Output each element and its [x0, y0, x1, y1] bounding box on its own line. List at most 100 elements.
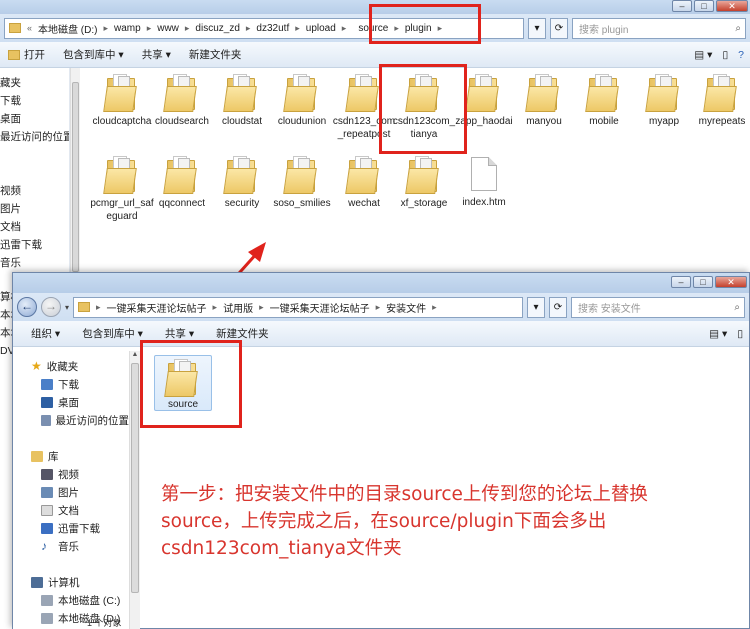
nav-item[interactable]: 桌面 — [0, 110, 69, 128]
nav-item[interactable]: 下载 — [0, 92, 69, 110]
share-button[interactable]: 共享 ▾ — [142, 47, 171, 62]
minimize-button[interactable]: – — [671, 276, 691, 288]
folder-item[interactable]: mobile — [572, 68, 636, 128]
folder-icon — [78, 302, 91, 312]
forward-arrow-icon[interactable]: → — [41, 297, 61, 317]
folder-icon — [9, 23, 21, 33]
nav-item[interactable]: 音乐 — [0, 254, 69, 272]
folder-icon — [703, 74, 739, 112]
library-header[interactable]: 库 — [13, 447, 129, 465]
folder-icon — [585, 74, 621, 112]
folder-icon — [465, 74, 501, 112]
view-options-icon[interactable]: ▤ ▾ — [694, 49, 712, 61]
drive-icon — [41, 594, 53, 606]
video-icon — [41, 468, 53, 480]
nav-item-thunder-downloads[interactable]: 迅雷下载 — [13, 519, 129, 537]
breadcrumb[interactable]: 一键采集天涯论坛帖子 — [107, 300, 207, 315]
new-folder-button[interactable]: 新建文件夹 — [216, 326, 269, 341]
include-library-button[interactable]: 包含到库中 ▾ — [82, 326, 143, 341]
document-icon — [471, 157, 497, 191]
nav-item[interactable]: 藏夹 — [0, 74, 69, 92]
folder-item[interactable]: wechat — [332, 150, 396, 210]
include-library-button[interactable]: 包含到库中 ▾ — [63, 47, 124, 62]
scroll-up-icon[interactable]: ▲ — [130, 351, 140, 361]
recent-places-icon — [41, 414, 51, 426]
folder-item[interactable]: manyou — [512, 68, 576, 128]
breadcrumb[interactable]: 试用版 — [223, 300, 253, 315]
front-address-bar[interactable]: ▸ 一键采集天涯论坛帖子 ▸ 试用版 ▸ 一键采集天涯论坛帖子 ▸ 安装文件 ▸ — [73, 296, 523, 318]
breadcrumb[interactable]: wamp — [114, 23, 141, 34]
nav-item[interactable]: 视频 — [0, 182, 69, 200]
file-item[interactable]: index.htm — [452, 150, 516, 209]
nav-item[interactable]: 图片 — [0, 200, 69, 218]
nav-item[interactable]: 最近访问的位置 — [0, 128, 69, 146]
folder-item[interactable]: xf_storage — [392, 150, 456, 210]
scroll-thumb[interactable] — [72, 82, 79, 272]
folder-item[interactable]: cloudstat — [210, 68, 274, 128]
library-icon — [31, 450, 43, 462]
favorites-header[interactable]: ★ 收藏夹 — [13, 357, 129, 375]
refresh-button[interactable]: ⟳ — [549, 296, 567, 318]
open-button[interactable]: 打开 — [8, 47, 45, 62]
nav-item-downloads[interactable]: 下载 — [13, 375, 129, 393]
highlight-box-folder — [379, 64, 467, 154]
address-dropdown-button[interactable]: ▾ — [528, 17, 546, 39]
download-icon — [41, 378, 53, 390]
share-button[interactable]: 共享 ▾ — [165, 326, 194, 341]
folder-icon — [223, 156, 259, 194]
breadcrumb[interactable]: dz32utf — [256, 23, 289, 34]
nav-item-music[interactable]: ♪ 音乐 — [13, 537, 129, 555]
recent-pages-chevron-icon[interactable]: ▾ — [65, 303, 69, 312]
nav-item[interactable]: 迅雷下载 — [0, 236, 69, 254]
breadcrumb[interactable]: www — [157, 23, 179, 34]
folder-item[interactable]: cloudcaptcha — [90, 68, 154, 128]
folder-item[interactable]: pcmgr_url_safeguard — [90, 150, 154, 223]
back-search-input[interactable]: 搜索 plugin ⌕ — [572, 17, 746, 39]
organize-button[interactable]: 组织 ▾ — [31, 326, 60, 341]
refresh-button[interactable]: ⟳ — [550, 17, 568, 39]
nav-item-recent[interactable]: 最近访问的位置 — [13, 411, 129, 429]
folder-item[interactable]: soso_smilies — [270, 150, 334, 210]
preview-pane-icon[interactable]: ▯ — [722, 49, 728, 61]
front-titlebar: – □ ✕ — [13, 273, 749, 293]
preview-pane-icon[interactable]: ▯ — [737, 328, 743, 340]
folder-item[interactable]: myapp — [632, 68, 696, 128]
nav-item-videos[interactable]: 视频 — [13, 465, 129, 483]
folder-item[interactable]: cloudsearch — [150, 68, 214, 128]
scroll-thumb[interactable] — [131, 363, 139, 593]
view-options-icon[interactable]: ▤ ▾ — [709, 328, 727, 340]
front-search-input[interactable]: 搜索 安装文件 ⌕ — [571, 296, 745, 318]
breadcrumb[interactable]: discuz_zd — [195, 23, 239, 34]
front-nav-pane: ★ 收藏夹 下载 桌面 最近访问的位置 库 视频 图片 文档 迅雷下载 ♪ 音乐 … — [13, 351, 129, 629]
highlight-box-source — [140, 340, 242, 428]
breadcrumb[interactable]: 一键采集天涯论坛帖子 — [270, 300, 370, 315]
help-icon[interactable]: ? — [738, 49, 744, 61]
close-button[interactable]: ✕ — [716, 0, 748, 12]
minimize-button[interactable]: – — [672, 0, 692, 12]
folder-item[interactable]: qqconnect — [150, 150, 214, 210]
computer-header[interactable]: 计算机 — [13, 573, 129, 591]
folder-item[interactable]: myrepeats — [690, 68, 750, 128]
maximize-button[interactable]: □ — [693, 276, 713, 288]
nav-item-documents[interactable]: 文档 — [13, 501, 129, 519]
maximize-button[interactable]: □ — [694, 0, 714, 12]
new-folder-button[interactable]: 新建文件夹 — [189, 47, 242, 62]
status-bar: 1 个对象 — [87, 618, 122, 628]
folder-item[interactable]: security — [210, 150, 274, 210]
back-arrow-icon[interactable]: ← — [17, 297, 37, 317]
nav-item-drive-c[interactable]: 本地磁盘 (C:) — [13, 591, 129, 609]
close-button[interactable]: ✕ — [715, 276, 747, 288]
front-nav-scrollbar[interactable]: ▲ — [129, 351, 140, 629]
address-dropdown-button[interactable]: ▾ — [527, 296, 545, 318]
picture-icon — [41, 486, 53, 498]
breadcrumb[interactable]: 本地磁盘 (D:) — [38, 21, 97, 36]
nav-item[interactable]: 文档 — [0, 218, 69, 236]
nav-item-pictures[interactable]: 图片 — [13, 483, 129, 501]
folder-icon — [525, 74, 561, 112]
breadcrumb[interactable]: upload — [306, 23, 336, 34]
folder-icon — [645, 74, 681, 112]
folder-item[interactable]: cloudunion — [270, 68, 334, 128]
nav-item-desktop[interactable]: 桌面 — [13, 393, 129, 411]
open-folder-icon — [8, 49, 20, 60]
breadcrumb[interactable]: 安装文件 — [386, 300, 426, 315]
